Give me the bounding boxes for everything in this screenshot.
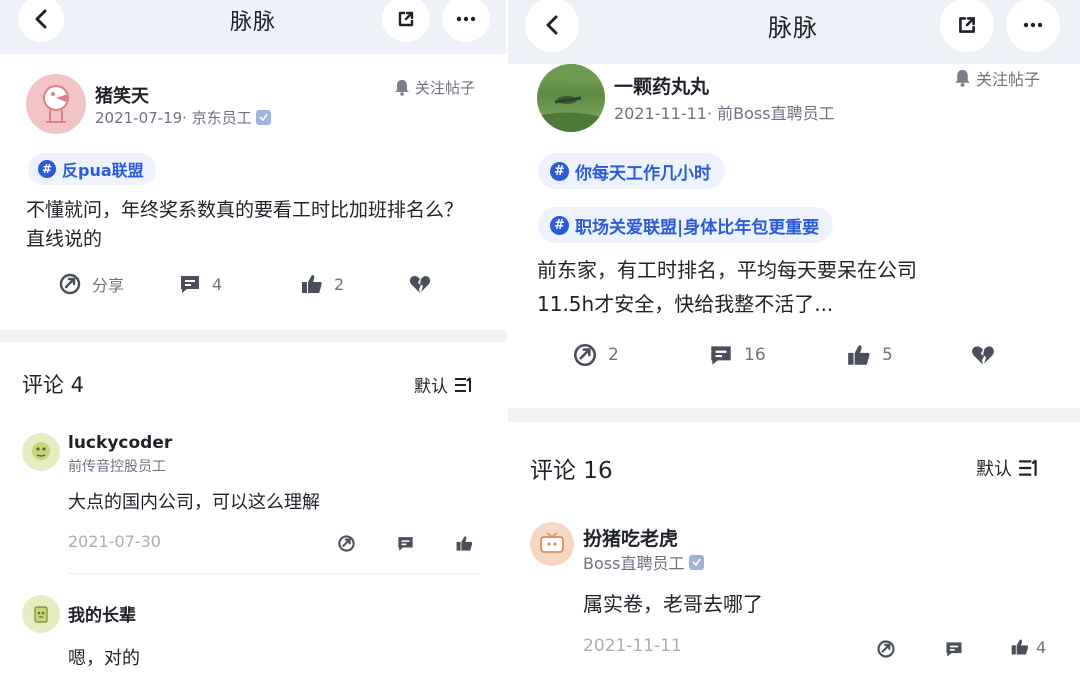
post-date-company: 2021-11-11· 前Boss直聘员工	[614, 104, 835, 123]
commenter-avatar[interactable]	[22, 595, 60, 633]
page-title: 脉脉	[229, 10, 276, 35]
comment-text: 大点的国内公司，可以这么理解	[68, 492, 320, 513]
comment-like-button[interactable]	[455, 534, 474, 557]
topic-tag[interactable]: # 反pua联盟	[28, 153, 156, 185]
share-icon	[338, 535, 355, 552]
share-icon	[59, 273, 81, 295]
back-button[interactable]	[18, 0, 64, 42]
commenter-company: 前传音控股员工	[68, 459, 166, 475]
broken-heart-icon	[972, 346, 994, 365]
share-external-button[interactable]	[382, 0, 430, 42]
commenter-company: Boss直聘员工	[583, 550, 705, 574]
page-title: 脉脉	[768, 14, 818, 42]
bird-avatar-icon	[43, 85, 69, 123]
creature-avatar-icon	[32, 442, 50, 460]
like-action[interactable]: 5	[846, 342, 893, 368]
thumbs-up-icon	[848, 345, 870, 365]
external-share-icon	[959, 17, 975, 33]
share-icon	[573, 343, 597, 367]
share-action[interactable]: 2	[572, 342, 619, 368]
comment-divider	[68, 573, 480, 574]
external-share-icon	[398, 11, 414, 27]
dislike-action[interactable]	[408, 272, 432, 296]
comment-share-button[interactable]	[876, 639, 896, 663]
comment-reply-button[interactable]	[396, 534, 415, 557]
top-bar: 脉脉	[0, 0, 506, 54]
post-date-company: 2021-07-19· 京东员工	[95, 109, 252, 127]
follow-post-button[interactable]: 关注帖子	[394, 77, 475, 98]
comments-title: 评论 16	[530, 458, 613, 484]
commenter-name[interactable]: 扮猪吃老虎	[583, 524, 678, 551]
author-meta: 2021-07-19· 京东员工	[95, 107, 271, 128]
thumbs-up-icon	[302, 275, 322, 293]
topic-tag[interactable]: # 你每天工作几小时	[538, 153, 725, 189]
dislike-action[interactable]	[970, 342, 996, 368]
more-button[interactable]	[442, 0, 490, 42]
post-content-line-2: 11.5h才安全，快给我整不活了...	[537, 292, 834, 316]
more-dots-icon	[1023, 22, 1043, 28]
right-screenshot: 脉脉 一颗药丸丸 2021-11-11· 前Boss直聘员工 关注帖子 # 你每…	[508, 0, 1080, 678]
topic-tag[interactable]: # 职场关爱联盟|身体比年包更重要	[538, 207, 834, 243]
sort-icon	[1019, 459, 1037, 476]
bell-icon	[955, 70, 970, 87]
broken-heart-icon	[409, 276, 431, 293]
like-action[interactable]: 2	[300, 272, 344, 296]
cup-avatar-icon	[34, 606, 48, 623]
more-dots-icon	[456, 16, 476, 22]
comment-icon	[181, 276, 199, 293]
follow-post-button[interactable]: 关注帖子	[954, 66, 1040, 90]
tv-avatar-icon	[540, 532, 564, 553]
post-content: 不懂就问，年终奖系数真的要看工时比加班排名么？直线说的	[26, 199, 464, 251]
commenter-avatar[interactable]	[22, 433, 60, 471]
bell-icon	[395, 80, 409, 96]
landscape-photo-icon	[537, 64, 605, 132]
comment-like-button[interactable]: 4	[1010, 637, 1046, 657]
comment-reply-button[interactable]	[944, 639, 964, 663]
author-name[interactable]: 猪笑天	[95, 82, 149, 108]
sort-button[interactable]: 默认	[976, 455, 1040, 481]
post-content-line-1: 前东家，有工时排名，平均每天要呆在公司	[537, 258, 917, 282]
author-avatar[interactable]	[26, 74, 86, 134]
chevron-left-icon	[546, 15, 558, 35]
verified-icon	[255, 110, 271, 125]
comments-title: 评论 4	[22, 373, 85, 397]
comment-date: 2021-07-30	[68, 532, 161, 551]
top-bar: 脉脉	[508, 0, 1080, 64]
hashtag-icon: #	[550, 161, 569, 181]
comment-share-button[interactable]	[337, 534, 356, 557]
thumbs-up-icon	[1011, 639, 1029, 655]
comment-action[interactable]: 16	[708, 342, 766, 368]
comment-date: 2021-11-11	[583, 636, 682, 656]
comment-icon	[946, 642, 962, 657]
back-button[interactable]	[525, 0, 579, 52]
left-screenshot: 脉脉 猪笑天 2021-07-19· 京东员工 关注帖子 # 反pua联盟 不懂…	[0, 0, 506, 678]
comment-icon	[711, 346, 731, 365]
author-name[interactable]: 一颗药丸丸	[614, 72, 709, 99]
verified-icon	[689, 554, 705, 570]
author-avatar[interactable]	[537, 64, 605, 132]
hashtag-icon: #	[550, 215, 569, 235]
section-separator	[0, 330, 506, 342]
section-separator	[508, 408, 1080, 422]
thumbs-up-icon	[456, 536, 473, 551]
commenter-name[interactable]: luckycoder	[68, 433, 172, 453]
sort-button[interactable]: 默认	[414, 372, 474, 397]
share-external-button[interactable]	[940, 0, 994, 52]
chevron-left-icon	[35, 9, 47, 29]
sort-icon	[455, 376, 471, 392]
share-action[interactable]: 分享	[58, 272, 124, 296]
commenter-avatar[interactable]	[530, 522, 574, 566]
comment-action[interactable]: 4	[178, 272, 222, 296]
hashtag-icon: #	[38, 160, 56, 178]
commenter-name[interactable]: 我的长辈	[68, 601, 136, 626]
comment-icon	[398, 537, 413, 551]
more-button[interactable]	[1006, 0, 1060, 52]
comment-text: 属实卷，老哥去哪了	[583, 592, 763, 616]
share-icon	[877, 640, 895, 658]
comment-text: 嗯，对的	[68, 648, 140, 669]
